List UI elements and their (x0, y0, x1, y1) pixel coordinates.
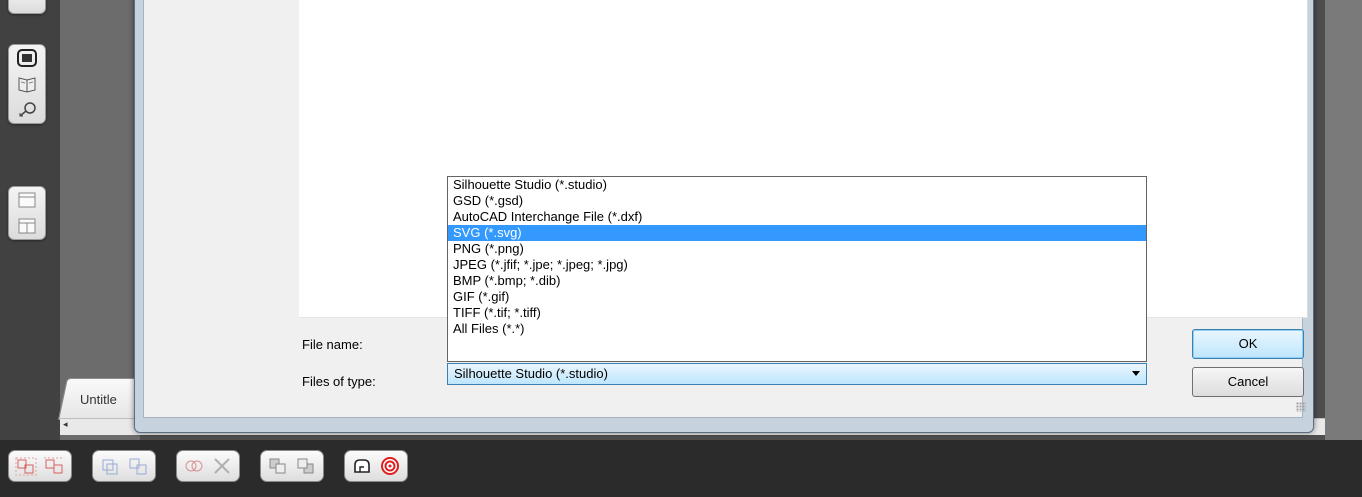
bring-forward-icon[interactable] (264, 453, 292, 479)
tag-icon[interactable] (9, 97, 45, 123)
file-type-option[interactable]: AutoCAD Interchange File (*.dxf) (448, 209, 1146, 225)
file-type-option[interactable]: GSD (*.gsd) (448, 193, 1146, 209)
save-as-dialog: File name: Files of type: Silhouette Stu… (134, 0, 1314, 433)
split-panel-icon[interactable] (9, 213, 45, 239)
file-type-option[interactable]: GIF (*.gif) (448, 289, 1146, 305)
group-tools (8, 450, 72, 482)
offset-icon[interactable] (348, 453, 376, 479)
single-panel-icon[interactable] (9, 187, 45, 213)
file-type-dropdown-list: Silhouette Studio (*.studio) GSD (*.gsd) A… (447, 176, 1147, 362)
panel-tool-group (8, 186, 46, 240)
group-icon[interactable] (12, 453, 40, 479)
file-type-option[interactable]: TIFF (*.tif; *.tiff) (448, 305, 1146, 321)
ungroup-icon[interactable] (40, 453, 68, 479)
page-view-icon[interactable] (9, 45, 45, 71)
document-tab-label: Untitle (80, 392, 117, 407)
compound-tools (92, 450, 156, 482)
resize-grip[interactable] (1296, 402, 1306, 412)
delete-icon[interactable] (208, 453, 236, 479)
file-type-option[interactable]: Silhouette Studio (*.studio) (448, 177, 1146, 193)
book-icon[interactable] (9, 71, 45, 97)
tool-group-top (8, 0, 46, 14)
weld-icon[interactable] (180, 453, 208, 479)
document-area (60, 0, 140, 440)
arrange-tools (260, 450, 324, 482)
dialog-body: File name: Files of type: Silhouette Stu… (143, 0, 1308, 418)
compound-path-icon[interactable] (96, 453, 124, 479)
file-type-label: Files of type: (302, 374, 376, 389)
navigation-pane[interactable] (144, 0, 289, 317)
chevron-down-icon[interactable] (1132, 371, 1140, 376)
left-toolbar (0, 0, 60, 440)
effect-tools (344, 450, 408, 482)
file-type-select-value: Silhouette Studio (*.studio) (454, 366, 608, 381)
scroll-left-arrow-icon[interactable]: ◂ (63, 420, 68, 430)
ok-button[interactable]: OK (1192, 329, 1304, 359)
bottom-toolbar (0, 440, 1362, 497)
file-type-select[interactable]: Silhouette Studio (*.studio) (447, 363, 1147, 385)
send-backward-icon[interactable] (292, 453, 320, 479)
file-type-option[interactable]: JPEG (*.jfif; *.jpe; *.jpeg; *.jpg) (448, 257, 1146, 273)
right-panel-edge (1325, 0, 1362, 440)
file-type-option[interactable]: All Files (*.*) (448, 321, 1146, 337)
target-icon[interactable] (376, 453, 404, 479)
release-compound-icon[interactable] (124, 453, 152, 479)
file-type-option[interactable]: SVG (*.svg) (448, 225, 1146, 241)
file-type-option[interactable]: PNG (*.png) (448, 241, 1146, 257)
file-name-label: File name: (302, 337, 363, 352)
weld-tools (176, 450, 240, 482)
cancel-button[interactable]: Cancel (1192, 367, 1304, 397)
view-tool-group (8, 44, 46, 124)
file-type-option[interactable]: BMP (*.bmp; *.dib) (448, 273, 1146, 289)
